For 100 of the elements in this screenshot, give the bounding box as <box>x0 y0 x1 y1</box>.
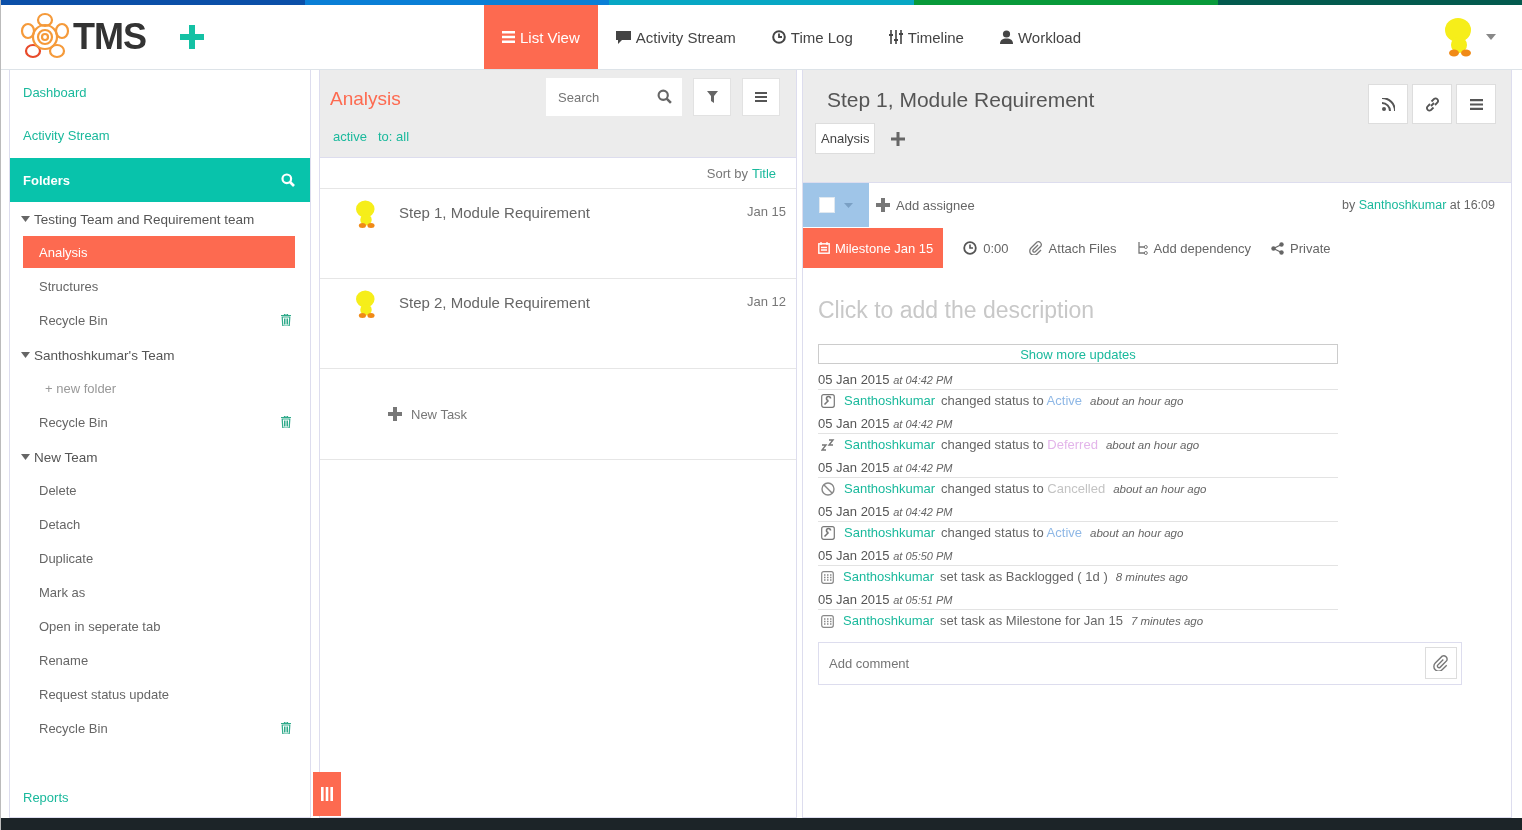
comment-icon <box>615 30 631 44</box>
update-ago: 8 minutes ago <box>1115 570 1188 583</box>
comment-field[interactable]: Add comment <box>818 642 1462 685</box>
plus-icon[interactable] <box>180 25 204 49</box>
paperclip-icon <box>1433 655 1449 671</box>
update-date: 05 Jan 2015 <box>818 504 890 519</box>
update-ago: about an hour ago <box>1090 526 1184 539</box>
collapse-handle[interactable] <box>313 772 341 816</box>
folder-item[interactable]: Structures <box>23 270 295 302</box>
sort-label: Sort by <box>706 165 748 181</box>
update-time: at 05:50 PM <box>893 550 953 562</box>
logo-text: TMS <box>73 16 146 58</box>
folders-title: Folders <box>23 172 70 188</box>
caret-icon <box>844 202 853 208</box>
calendar-icon <box>821 569 834 584</box>
update-ago: about an hour ago <box>1105 438 1200 451</box>
bars-icon <box>321 787 333 801</box>
trash-icon[interactable] <box>281 722 291 734</box>
branch-icon <box>1136 241 1148 255</box>
filter-button[interactable] <box>693 78 731 116</box>
update-date: 05 Jan 2015 <box>818 372 890 387</box>
attach-files-link[interactable]: Attach Files <box>1028 240 1117 256</box>
nav-tab[interactable]: Timeline <box>870 5 982 69</box>
folder-item[interactable]: Request status update <box>23 678 295 710</box>
folder-item[interactable]: Delete <box>23 474 295 506</box>
list-icon <box>502 31 515 43</box>
menu-button[interactable] <box>1456 84 1496 124</box>
rss-icon <box>1381 97 1395 111</box>
update-time: at 04:42 PM <box>893 374 953 386</box>
folder-item[interactable]: Mark as <box>23 576 295 608</box>
folder-item[interactable]: Duplicate <box>23 542 295 574</box>
folder-tag[interactable]: Analysis <box>815 123 876 154</box>
trash-icon[interactable] <box>281 314 291 326</box>
feed-button[interactable] <box>1368 84 1408 124</box>
new-task-link[interactable]: New Task <box>388 406 468 422</box>
ban-icon <box>821 481 835 496</box>
caret-icon[interactable] <box>21 352 30 358</box>
link-icon <box>1424 96 1440 112</box>
task-heading: Step 1, Module Requirement <box>827 88 1096 112</box>
wrench-icon <box>821 525 835 540</box>
calendar-icon <box>821 613 834 628</box>
task-date: Jan 12 <box>746 294 786 309</box>
sliders-icon <box>888 30 903 44</box>
clock-icon <box>771 30 786 44</box>
update-text: set task as Milestone for Jan 15 <box>940 613 1123 628</box>
update-time: at 04:42 PM <box>893 462 953 474</box>
update-date: 05 Jan 2015 <box>818 592 890 607</box>
plus-icon[interactable] <box>891 131 906 146</box>
add-dependency-link[interactable]: Add dependency <box>1136 240 1252 256</box>
update-text: changed status to Cancelled <box>941 481 1106 496</box>
plus-icon <box>388 407 402 421</box>
folder-item[interactable]: Detach <box>23 508 295 540</box>
nav-tab[interactable]: Time Log <box>753 5 871 69</box>
update-ago: about an hour ago <box>1090 394 1184 407</box>
link-button[interactable] <box>1412 84 1452 124</box>
folder-item[interactable]: Recycle Bin <box>23 406 295 438</box>
task-date: Jan 15 <box>746 204 786 219</box>
folder-item[interactable]: Recycle Bin <box>23 304 295 336</box>
created-time: at 16:09 <box>1449 198 1495 212</box>
update-text: changed status to Active <box>941 393 1082 408</box>
team-name[interactable]: New Team <box>34 449 98 465</box>
add-assignee-link[interactable]: Add assignee <box>876 197 975 213</box>
share-icon <box>1271 241 1285 255</box>
attach-button[interactable] <box>1425 647 1457 679</box>
caret-icon[interactable] <box>21 454 30 460</box>
update-date: 05 Jan 2015 <box>818 460 890 475</box>
search-icon[interactable] <box>657 89 672 104</box>
team-name[interactable]: Santhoshkumar's Team <box>34 347 175 363</box>
menu-button[interactable] <box>742 78 780 116</box>
update-text: set task as Backlogged ( 1d ) <box>940 569 1108 584</box>
folder-item[interactable]: Open in seperate tab <box>23 610 295 642</box>
filter-icon <box>706 91 718 103</box>
update-time: at 04:42 PM <box>893 418 953 430</box>
update-time: at 04:42 PM <box>893 506 953 518</box>
menu-icon <box>755 92 767 102</box>
task-row[interactable]: Step 2, Module Requirement Jan 12 <box>320 279 796 369</box>
calendar-icon <box>818 242 830 254</box>
paperclip-icon <box>1028 241 1043 255</box>
caret-icon[interactable] <box>1486 34 1496 40</box>
team-name[interactable]: Testing Team and Requirement team <box>34 211 255 227</box>
update-date: 05 Jan 2015 <box>818 548 890 563</box>
plus-icon <box>876 198 890 212</box>
user-icon <box>999 30 1013 44</box>
clock-icon <box>963 241 978 255</box>
update-ago: about an hour ago <box>1113 482 1207 495</box>
search-field[interactable]: Search <box>546 78 682 116</box>
task-row[interactable]: Step 1, Module Requirement Jan 15 <box>320 189 796 279</box>
privacy-link[interactable]: Private <box>1271 240 1331 256</box>
time-log-link[interactable]: 0:00 <box>963 240 1009 256</box>
folder-item[interactable]: Rename <box>23 644 295 676</box>
done-checkbox[interactable] <box>819 197 835 213</box>
nav-tab[interactable]: Activity Stream <box>597 5 754 69</box>
trash-icon[interactable] <box>281 416 291 428</box>
folder-item[interactable]: Recycle Bin <box>23 712 295 744</box>
caret-icon[interactable] <box>21 216 30 222</box>
nav-tab[interactable]: Workload <box>981 5 1099 69</box>
folder-title: Analysis <box>330 87 401 110</box>
update-ago: 7 minutes ago <box>1130 614 1204 627</box>
update-text: changed status to Deferred <box>941 437 1098 452</box>
task-title: Step 1, Module Requirement <box>399 204 591 221</box>
